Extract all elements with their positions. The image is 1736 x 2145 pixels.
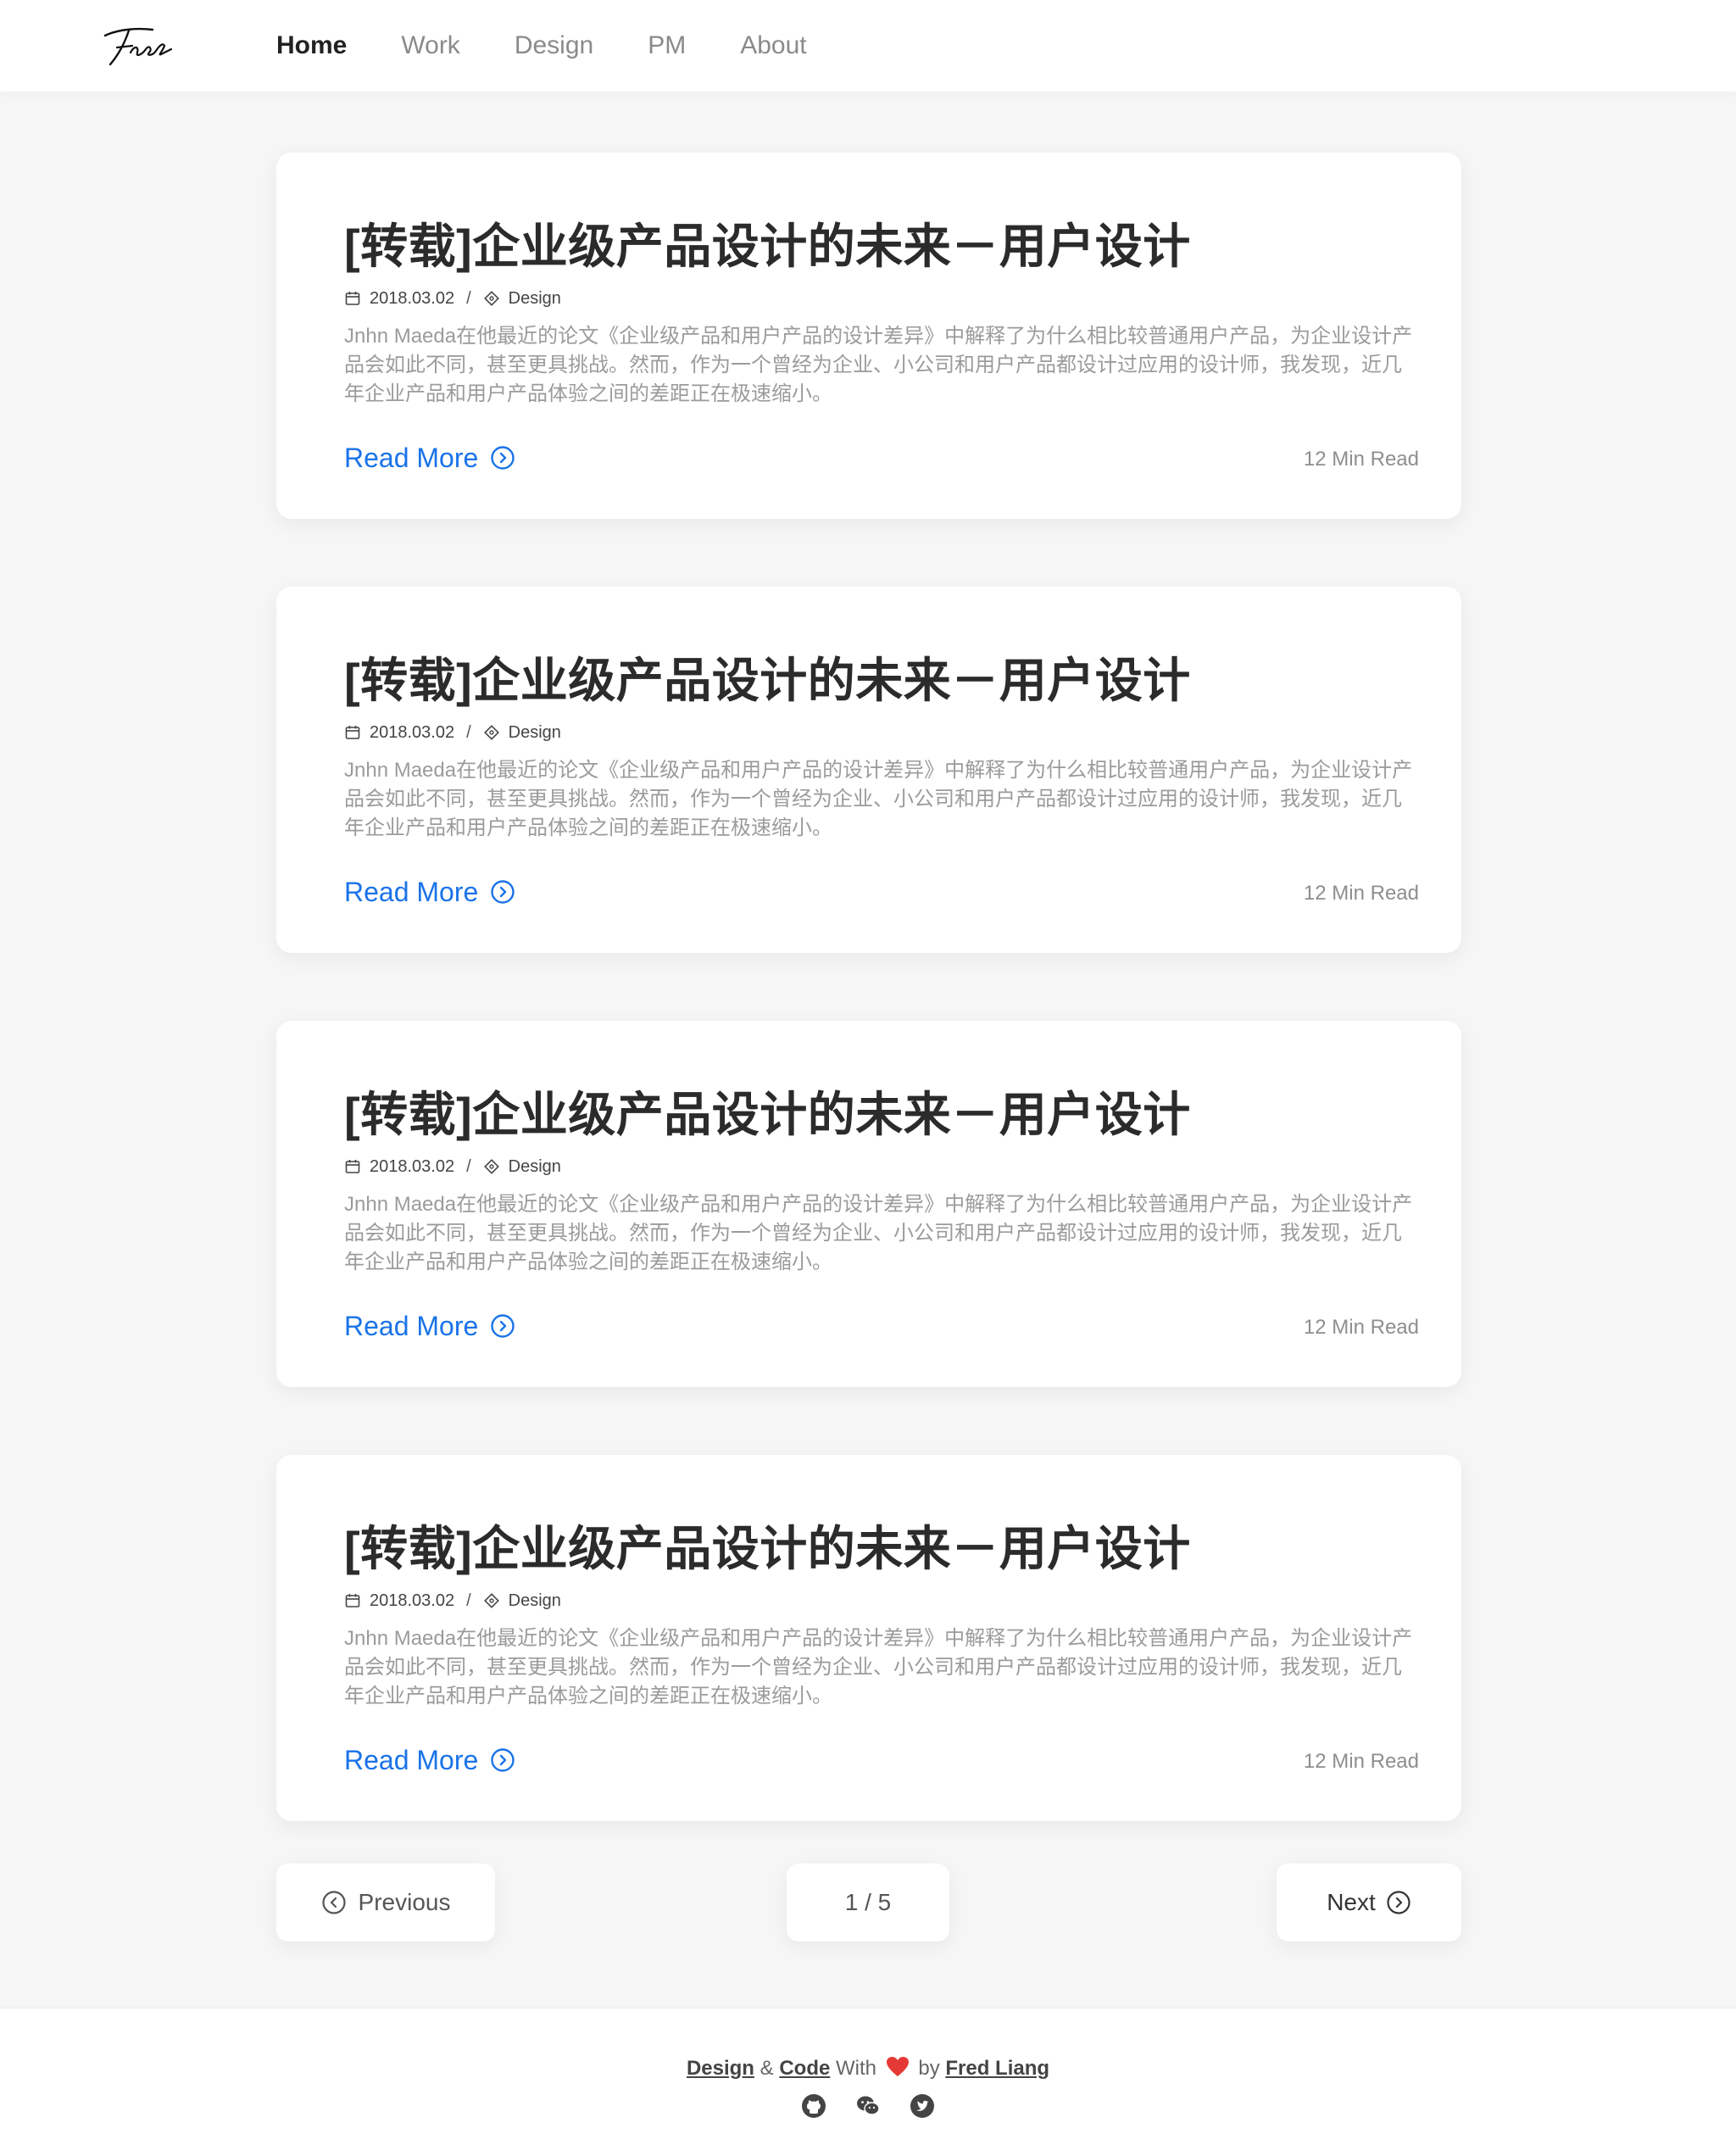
with-text: With [836, 2057, 876, 2080]
design-link[interactable]: Design [687, 2057, 754, 2080]
post-date: 2018.03.02 [370, 288, 455, 308]
post-card: [转载]企业级产品设计的未来－用户设计 2018.03.02 / Design … [276, 153, 1461, 519]
nav-item-home[interactable]: Home [276, 31, 347, 60]
post-category[interactable]: Design [509, 723, 561, 743]
read-time: 12 Min Read [1303, 1750, 1419, 1773]
post-title[interactable]: [转载]企业级产品设计的未来－用户设计 [344, 1511, 1395, 1580]
nav-item-design[interactable]: Design [515, 31, 593, 60]
tag-icon [483, 291, 499, 306]
page-indicator-text: 1 / 5 [844, 1889, 892, 1915]
post-excerpt: Jnhn Maeda在他最近的论文《企业级产品和用户产品的设计差异》中解释了为什… [344, 325, 1413, 405]
post-excerpt: Jnhn Maeda在他最近的论文《企业级产品和用户产品的设计差异》中解释了为什… [344, 1193, 1413, 1273]
calendar-icon [345, 292, 360, 305]
twitter-icon[interactable] [910, 2093, 935, 2119]
calendar-icon [345, 1160, 360, 1173]
read-more-link[interactable]: Read More [344, 873, 515, 911]
nav-item-about[interactable]: About [740, 31, 806, 60]
post-meta: 2018.03.02 / Design [344, 287, 561, 310]
arrow-right-circle-icon [491, 1748, 515, 1772]
read-more-link[interactable]: Read More [344, 439, 515, 476]
post-card: [转载]企业级产品设计的未来－用户设计 2018.03.02 / Design … [276, 1455, 1461, 1821]
read-time: 12 Min Read [1303, 448, 1419, 471]
nav-item-work[interactable]: Work [401, 31, 459, 60]
tag-icon [483, 1593, 499, 1608]
post-date: 2018.03.02 [370, 1156, 455, 1176]
read-time: 12 Min Read [1303, 1316, 1419, 1339]
arrow-right-circle-icon [491, 1314, 515, 1338]
read-more-label: Read More [344, 1744, 479, 1775]
post-category[interactable]: Design [509, 1157, 561, 1177]
post-card: [转载]企业级产品设计的未来－用户设计 2018.03.02 / Design … [276, 1021, 1461, 1387]
post-title[interactable]: [转载]企业级产品设计的未来－用户设计 [344, 643, 1395, 711]
social-links [0, 2093, 1736, 2119]
meta-separator: / [466, 288, 471, 308]
by-text: by [918, 2057, 940, 2080]
arrow-right-circle-icon [491, 880, 515, 904]
main-nav: Home Work Design PM About [276, 0, 861, 92]
calendar-icon [345, 1594, 360, 1607]
heart-icon [886, 2057, 909, 2076]
post-category[interactable]: Design [509, 289, 561, 309]
post-excerpt: Jnhn Maeda在他最近的论文《企业级产品和用户产品的设计差异》中解释了为什… [344, 1627, 1413, 1708]
post-title[interactable]: [转载]企业级产品设计的未来－用户设计 [344, 209, 1395, 277]
meta-separator: / [466, 722, 471, 742]
arrow-left-circle-icon [321, 1891, 346, 1914]
meta-separator: / [466, 1156, 471, 1176]
post-date: 2018.03.02 [370, 722, 455, 742]
read-time: 12 Min Read [1303, 882, 1419, 905]
site-footer: Design & Code With by Fred Liang [0, 2008, 1736, 2145]
site-header: Home Work Design PM About [0, 0, 1736, 92]
post-excerpt: Jnhn Maeda在他最近的论文《企业级产品和用户产品的设计差异》中解释了为什… [344, 759, 1413, 839]
amp-text: & [760, 2057, 774, 2080]
arrow-right-circle-icon [491, 446, 515, 470]
read-more-label: Read More [344, 1310, 479, 1341]
footer-credit: Design & Code With by Fred Liang [0, 2056, 1736, 2081]
read-more-label: Read More [344, 876, 479, 907]
wechat-icon[interactable] [855, 2093, 881, 2119]
github-icon[interactable] [801, 2093, 826, 2119]
post-meta: 2018.03.02 / Design [344, 1155, 561, 1178]
calendar-icon [345, 726, 360, 739]
next-label: Next [1327, 1889, 1376, 1915]
meta-separator: / [466, 1591, 471, 1610]
arrow-right-circle-icon [1387, 1891, 1410, 1914]
previous-page-button[interactable]: Previous [276, 1864, 495, 1942]
post-date: 2018.03.02 [370, 1591, 455, 1610]
nav-item-pm[interactable]: PM [648, 31, 686, 60]
post-card: [转载]企业级产品设计的未来－用户设计 2018.03.02 / Design … [276, 587, 1461, 953]
read-more-label: Read More [344, 442, 479, 473]
next-page-button[interactable]: Next [1277, 1864, 1461, 1942]
tag-icon [483, 1159, 499, 1174]
tag-icon [483, 725, 499, 740]
read-more-link[interactable]: Read More [344, 1307, 515, 1345]
post-meta: 2018.03.02 / Design [344, 721, 561, 744]
read-more-link[interactable]: Read More [344, 1741, 515, 1779]
previous-label: Previous [358, 1889, 451, 1915]
author-link[interactable]: Fred Liang [945, 2057, 1049, 2080]
code-link[interactable]: Code [779, 2057, 830, 2080]
post-title[interactable]: [转载]企业级产品设计的未来－用户设计 [344, 1077, 1395, 1145]
post-meta: 2018.03.02 / Design [344, 1589, 561, 1613]
page-indicator: 1 / 5 [787, 1864, 949, 1942]
post-category[interactable]: Design [509, 1591, 561, 1611]
signature-logo[interactable] [100, 20, 176, 73]
